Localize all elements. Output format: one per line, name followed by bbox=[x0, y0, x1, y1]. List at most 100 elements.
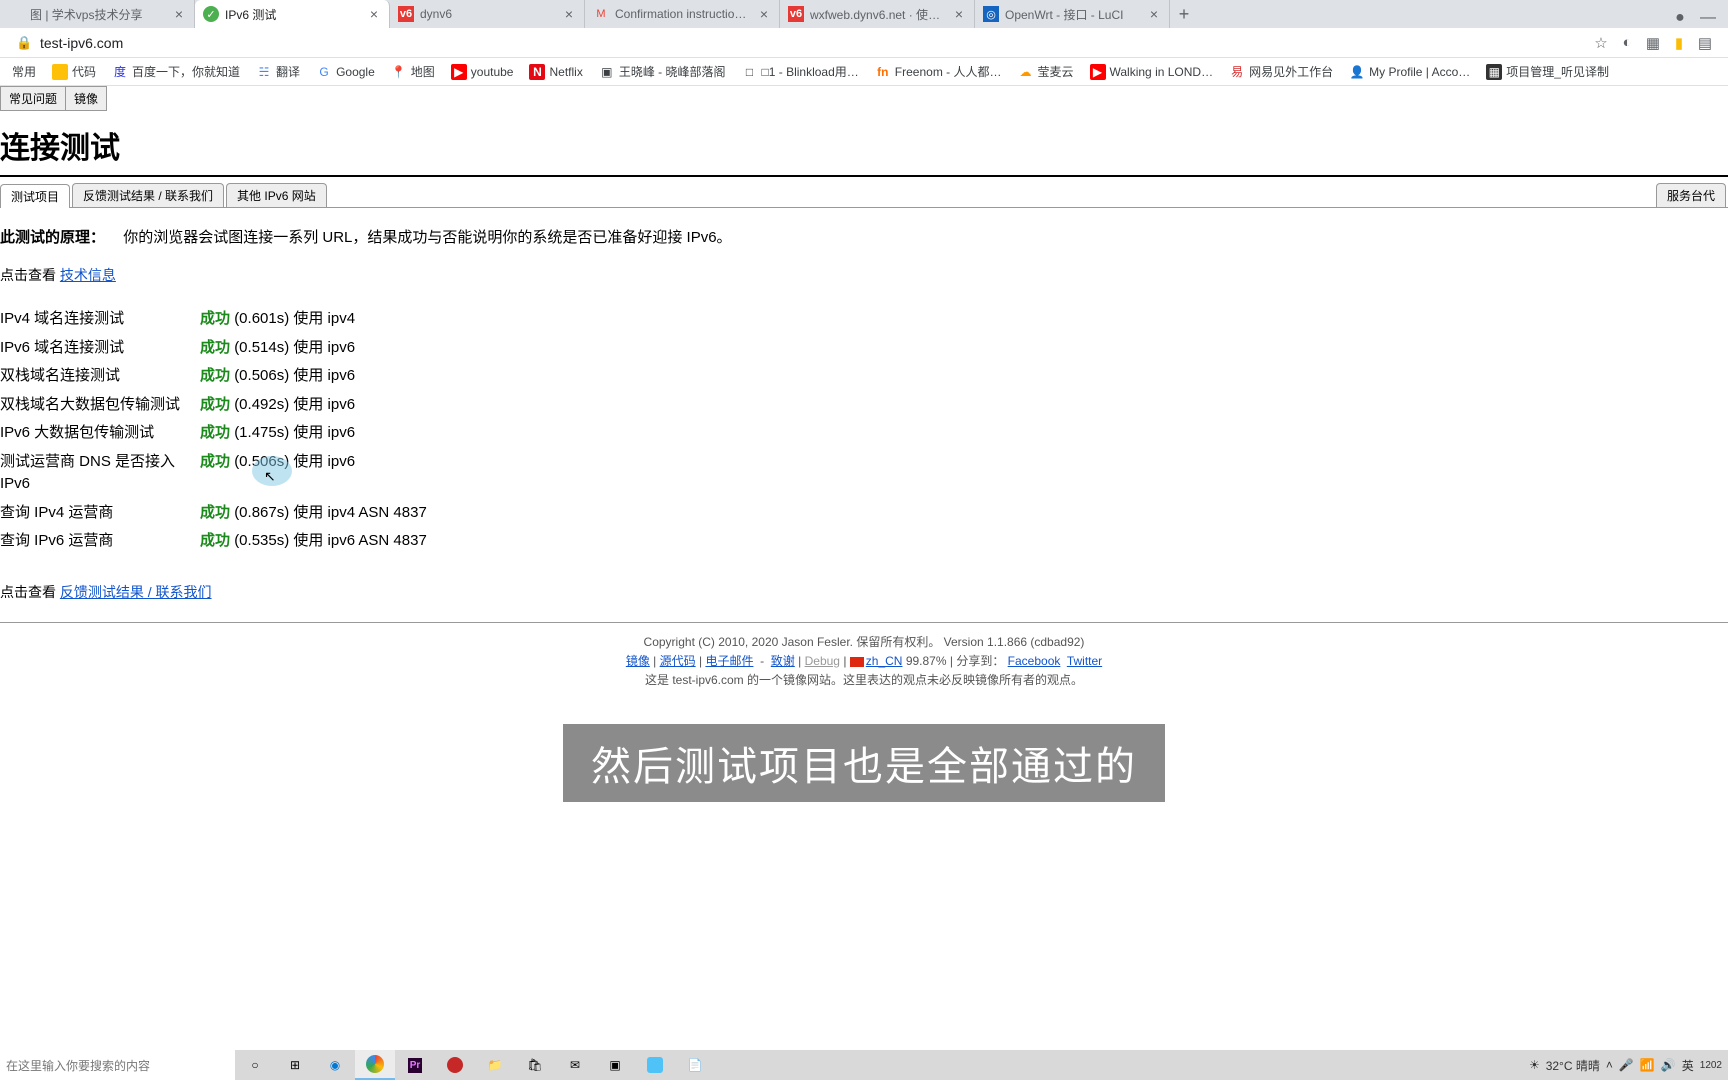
site-icon: □ bbox=[742, 64, 758, 80]
locale-link[interactable]: zh_CN bbox=[866, 654, 903, 668]
feedback-link[interactable]: 反馈测试结果 / 联系我们 bbox=[60, 584, 212, 600]
netease-icon: 易 bbox=[1229, 64, 1245, 80]
techinfo-link[interactable]: 技术信息 bbox=[60, 267, 116, 283]
tray-chevron-icon[interactable]: ˄ bbox=[1606, 1058, 1613, 1072]
close-icon[interactable]: × bbox=[367, 7, 381, 21]
test-name: IPv4 域名连接测试 bbox=[0, 308, 200, 331]
volume-icon[interactable]: 🔊 bbox=[1661, 1058, 1676, 1072]
clock[interactable]: 1202 bbox=[1700, 1060, 1722, 1071]
page-title: 连接测试 bbox=[0, 111, 1728, 177]
record-icon[interactable] bbox=[435, 1050, 475, 1080]
twitter-link[interactable]: Twitter bbox=[1067, 654, 1102, 668]
tab-tests[interactable]: 测试项目 bbox=[0, 184, 70, 208]
ime-indicator[interactable]: 英 bbox=[1682, 1057, 1694, 1074]
app-icon[interactable] bbox=[635, 1050, 675, 1080]
bookmark-item[interactable]: ▶youtube bbox=[445, 62, 520, 82]
mirror-note: 这是 test-ipv6.com 的一个镜像网站。这里表达的观点未必反映镜像所有… bbox=[0, 671, 1728, 690]
menu-mirror[interactable]: 镜像 bbox=[65, 86, 107, 111]
reading-list-icon[interactable]: ▤ bbox=[1696, 34, 1714, 52]
bookmark-item[interactable]: ☵翻译 bbox=[250, 61, 306, 82]
close-icon[interactable]: × bbox=[172, 7, 186, 21]
close-icon[interactable]: × bbox=[562, 7, 576, 21]
mail-icon[interactable]: ✉ bbox=[555, 1050, 595, 1080]
mic-icon[interactable]: 🎤 bbox=[1619, 1058, 1634, 1072]
bookmarks-bar: 常用 代码 度百度一下，你就知道 ☵翻译 GGoogle 📍地图 ▶youtub… bbox=[0, 58, 1728, 86]
freenom-icon: fn bbox=[875, 64, 891, 80]
tab-3[interactable]: M Confirmation instructions - w… × bbox=[585, 0, 780, 28]
source-link[interactable]: 源代码 bbox=[660, 654, 696, 668]
test-row: 查询 IPv4 运营商成功 (0.867s) 使用 ipv4 ASN 4837 bbox=[0, 499, 1728, 528]
test-row: 测试运营商 DNS 是否接入 IPv6成功 (0.506s) 使用 ipv6 bbox=[0, 448, 1728, 499]
taskview-icon[interactable]: ⊞ bbox=[275, 1050, 315, 1080]
bookmark-item[interactable]: ▶Walking in LOND… bbox=[1084, 62, 1220, 82]
bookmark-item[interactable]: NNetflix bbox=[523, 62, 588, 82]
premiere-icon[interactable]: Pr bbox=[395, 1050, 435, 1080]
new-tab-button[interactable]: + bbox=[1170, 0, 1198, 28]
bookmark-item[interactable]: 📍地图 bbox=[385, 61, 441, 82]
store-icon[interactable]: 🛍 bbox=[515, 1050, 555, 1080]
wifi-icon[interactable]: 📶 bbox=[1640, 1058, 1655, 1072]
status-badge: 成功 bbox=[200, 339, 230, 356]
v6-icon: v6 bbox=[788, 6, 804, 22]
bookmark-item[interactable]: fnFreenom - 人人都… bbox=[869, 61, 1008, 82]
tab-title: dynv6 bbox=[420, 7, 558, 21]
bookmark-item[interactable]: 易网易见外工作台 bbox=[1223, 61, 1339, 82]
bookmark-item[interactable]: 👤My Profile | Acco… bbox=[1343, 62, 1476, 82]
notepad-icon[interactable]: 📄 bbox=[675, 1050, 715, 1080]
explorer-icon[interactable]: 📁 bbox=[475, 1050, 515, 1080]
menu-faq[interactable]: 常见问题 bbox=[0, 86, 66, 111]
maps-icon: 📍 bbox=[391, 64, 407, 80]
debug-link[interactable]: Debug bbox=[805, 654, 840, 668]
thanks-link[interactable]: 致谢 bbox=[771, 654, 795, 668]
bookmark-item[interactable]: ▦项目管理_听见译制 bbox=[1480, 61, 1615, 82]
tab-4[interactable]: v6 wxfweb.dynv6.net · 使用说明 × bbox=[780, 0, 975, 28]
star-icon[interactable]: ☆ bbox=[1592, 34, 1610, 52]
bookmark-item[interactable]: 常用 bbox=[6, 61, 42, 82]
tab-2[interactable]: v6 dynv6 × bbox=[390, 0, 585, 28]
extension-icon[interactable]: ◐ bbox=[1618, 34, 1636, 52]
weather-icon[interactable]: ☀ bbox=[1529, 1058, 1540, 1072]
bookmark-item[interactable]: 代码 bbox=[46, 61, 102, 82]
youtube-icon: ▶ bbox=[1090, 64, 1106, 80]
tab-helpdesk[interactable]: 服务台代 bbox=[1656, 183, 1726, 207]
facebook-link[interactable]: Facebook bbox=[1008, 654, 1061, 668]
favicon-icon bbox=[8, 6, 24, 22]
tab-feedback[interactable]: 反馈测试结果 / 联系我们 bbox=[72, 183, 224, 207]
cortana-icon[interactable]: ○ bbox=[235, 1050, 275, 1080]
weather-text[interactable]: 32°C 晴晴 bbox=[1546, 1057, 1600, 1074]
minimize-icon[interactable]: — bbox=[1698, 8, 1718, 28]
edge-icon[interactable]: ◉ bbox=[315, 1050, 355, 1080]
netflix-icon: N bbox=[529, 64, 545, 80]
page-footer: Copyright (C) 2010, 2020 Jason Fesler. 保… bbox=[0, 622, 1728, 701]
profile-icon: 👤 bbox=[1349, 64, 1365, 80]
close-icon[interactable]: × bbox=[1147, 7, 1161, 21]
close-icon[interactable]: × bbox=[952, 7, 966, 21]
project-icon: ▦ bbox=[1486, 64, 1502, 80]
account-icon[interactable]: ● bbox=[1670, 8, 1690, 28]
bookmark-item[interactable]: □□1 - Blinkload用… bbox=[736, 61, 865, 82]
tab-other-ipv6[interactable]: 其他 IPv6 网站 bbox=[226, 183, 327, 207]
lock-icon[interactable]: 🔒 bbox=[16, 35, 32, 51]
bookmark-item[interactable]: 度百度一下，你就知道 bbox=[106, 61, 246, 82]
tab-0[interactable]: 图 | 学术vps技术分享 × bbox=[0, 0, 195, 28]
status-badge: 成功 bbox=[200, 453, 230, 470]
close-icon[interactable]: × bbox=[757, 7, 771, 21]
bookmark-item[interactable]: GGoogle bbox=[310, 62, 381, 82]
test-name: 双栈域名大数据包传输测试 bbox=[0, 394, 200, 417]
test-row: IPv6 域名连接测试成功 (0.514s) 使用 ipv6 bbox=[0, 334, 1728, 363]
tab-1[interactable]: ✓ IPv6 测试 × bbox=[195, 0, 390, 28]
extension-icon[interactable]: ▦ bbox=[1644, 34, 1662, 52]
bookmark-item[interactable]: ▣王晓峰 - 晓峰部落阁 bbox=[593, 61, 732, 82]
app-icon[interactable]: ▣ bbox=[595, 1050, 635, 1080]
taskbar-search[interactable]: 在这里输入你要搜索的内容 bbox=[0, 1050, 235, 1080]
tab-title: 图 | 学术vps技术分享 bbox=[30, 6, 168, 23]
tab-5[interactable]: ◎ OpenWrt - 接口 - LuCI × bbox=[975, 0, 1170, 28]
folder-icon bbox=[52, 64, 68, 80]
mirror-link[interactable]: 镜像 bbox=[626, 654, 650, 668]
bookmark-item[interactable]: ☁莹麦云 bbox=[1011, 61, 1079, 82]
blog-icon: ▣ bbox=[599, 64, 615, 80]
url-text[interactable]: test-ipv6.com bbox=[40, 35, 1592, 51]
chrome-icon[interactable] bbox=[355, 1050, 395, 1080]
extension-icon[interactable]: ▮ bbox=[1670, 34, 1688, 52]
email-link[interactable]: 电子邮件 bbox=[705, 654, 753, 668]
